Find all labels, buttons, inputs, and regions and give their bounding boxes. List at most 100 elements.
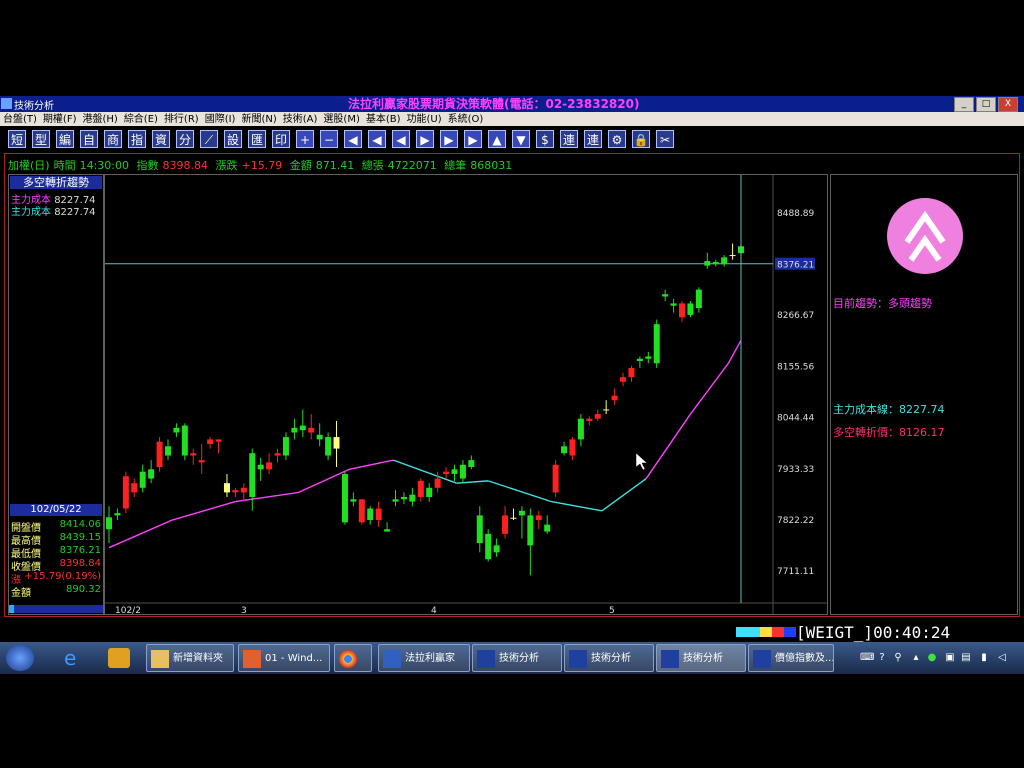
toolbar-button[interactable]: ✂ bbox=[656, 130, 674, 148]
candle-body bbox=[476, 515, 483, 544]
tray-network-icon[interactable]: ▣ bbox=[944, 652, 956, 664]
tray-volume-icon[interactable]: ◁ bbox=[996, 652, 1008, 664]
taskbar-item-folder[interactable]: 新增資料夾 bbox=[146, 644, 234, 672]
toolbar-button[interactable]: 匯 bbox=[248, 130, 266, 148]
tray-printer-icon[interactable]: ▤ bbox=[960, 652, 972, 664]
menu-item[interactable]: 港盤(H) bbox=[79, 113, 120, 127]
tray-signal-icon[interactable]: ▮ bbox=[978, 652, 990, 664]
taskbar-item-analysis-active[interactable]: 技術分析 bbox=[656, 644, 746, 672]
toolbar-button[interactable]: + bbox=[296, 130, 314, 148]
date-tick-label: 5 bbox=[609, 606, 615, 614]
toolbar-button[interactable]: 連 bbox=[560, 130, 578, 148]
close-value: 8398.84 bbox=[59, 558, 101, 569]
taskbar-item-ferrari[interactable]: 法拉利贏家 bbox=[378, 644, 470, 672]
toolbar-button[interactable]: 短 bbox=[8, 130, 26, 148]
turn-price: 多空轉折價：8126.17 bbox=[833, 426, 945, 439]
menu-item[interactable]: 系統(O) bbox=[445, 113, 487, 127]
toolbar-button[interactable]: 印 bbox=[272, 130, 290, 148]
main-cost-ma-line bbox=[551, 500, 603, 512]
time-label: 時間 bbox=[53, 159, 76, 172]
scroll-strip[interactable] bbox=[9, 605, 103, 613]
candle-body bbox=[653, 324, 660, 364]
tray-expand-icon[interactable]: ▴ bbox=[910, 652, 922, 664]
candle-body bbox=[350, 499, 357, 502]
tray-security-icon[interactable]: ● bbox=[926, 652, 938, 664]
app-title: 技術分析 bbox=[14, 101, 54, 112]
tray-input-icon[interactable]: ⚲ bbox=[892, 652, 904, 664]
candle-body bbox=[367, 508, 374, 521]
taskbar-item-chrome[interactable] bbox=[334, 644, 372, 672]
menu-item[interactable]: 國際(I) bbox=[202, 113, 239, 127]
minimize-button[interactable]: _ bbox=[954, 97, 974, 112]
tray-keyboard-icon[interactable]: ⌨ bbox=[860, 652, 874, 664]
toolbar-button[interactable]: ▼ bbox=[512, 130, 530, 148]
media-player-icon[interactable] bbox=[108, 648, 130, 668]
candle-body bbox=[695, 289, 702, 309]
bull-trend-icon bbox=[887, 198, 963, 274]
menu-item[interactable]: 技術(A) bbox=[280, 113, 321, 127]
candle-body bbox=[207, 439, 214, 444]
taskbar-item-analysis[interactable]: 技術分析 bbox=[472, 644, 562, 672]
toolbar-button[interactable]: 連 bbox=[584, 130, 602, 148]
toolbar-button[interactable]: 指 bbox=[128, 130, 146, 148]
toolbar-button[interactable]: 編 bbox=[56, 130, 74, 148]
app-icon bbox=[1, 98, 12, 109]
menu-item[interactable]: 選股(M) bbox=[320, 113, 362, 127]
toolbar: 短型編自商指資分 ⟋ 設匯印 + − ◀ ◀ ◀ ▶ ▶ ▶ ▲ ▼ $ 連連 ⚙ 🔒 ✂ bbox=[0, 128, 1024, 152]
main-cost-ma-line bbox=[487, 480, 552, 503]
chart-canvas[interactable]: 8488.89 8376.21 8266.67 8155.56 8044.44 7933.… bbox=[105, 175, 827, 614]
menu-bar: 台盤(T) 期權(F) 港盤(H) 綜合(E) 排行(R) 國際(I) 新聞(N) 技術(A)… bbox=[0, 112, 1024, 126]
main-cost-ma-line bbox=[456, 480, 489, 484]
taskbar-item-index[interactable]: 價億指數及... bbox=[748, 644, 834, 672]
toolbar-button[interactable]: 自 bbox=[80, 130, 98, 148]
taskbar-item-analysis[interactable]: 技術分析 bbox=[564, 644, 654, 672]
candle-body bbox=[561, 446, 568, 454]
menu-item[interactable]: 綜合(E) bbox=[121, 113, 161, 127]
open-value: 8414.06 bbox=[59, 519, 101, 530]
candle-body bbox=[291, 427, 298, 433]
menu-item[interactable]: 功能(U) bbox=[404, 113, 445, 127]
close-button[interactable]: X bbox=[998, 97, 1018, 112]
toolbar-button[interactable]: 🔒 bbox=[632, 130, 650, 148]
candle-body bbox=[687, 303, 694, 315]
toolbar-button[interactable]: 型 bbox=[32, 130, 50, 148]
start-button[interactable] bbox=[6, 645, 34, 671]
toolbar-button[interactable]: 商 bbox=[104, 130, 122, 148]
menu-item[interactable]: 新聞(N) bbox=[238, 113, 279, 127]
menu-item[interactable]: 期權(F) bbox=[40, 113, 80, 127]
amount-value: 871.41 bbox=[315, 159, 355, 172]
candle-body bbox=[434, 478, 441, 488]
toolbar-button[interactable]: − bbox=[320, 130, 338, 148]
menu-item[interactable]: 排行(R) bbox=[161, 113, 202, 127]
toolbar-button[interactable]: 設 bbox=[224, 130, 242, 148]
status-clock: [WEIGT_]00:40:24 bbox=[796, 623, 951, 642]
toolbar-button[interactable]: 分 bbox=[176, 130, 194, 148]
candle-body bbox=[603, 409, 610, 411]
candlestick-chart[interactable]: 8488.89 8376.21 8266.67 8155.56 8044.44 7933.… bbox=[104, 174, 828, 615]
browser-icon[interactable]: e bbox=[64, 647, 86, 669]
candle-body bbox=[645, 356, 652, 359]
scroll-thumb[interactable] bbox=[9, 605, 14, 613]
candle-body bbox=[240, 487, 247, 493]
candle-body bbox=[577, 418, 584, 440]
toolbar-button[interactable]: $ bbox=[536, 130, 554, 148]
toolbar-button[interactable]: ▲ bbox=[488, 130, 506, 148]
candle-body bbox=[620, 377, 627, 382]
toolbar-button[interactable]: ◀ bbox=[392, 130, 410, 148]
taskbar-item-window[interactable]: 01 - Wind... bbox=[238, 644, 330, 672]
maximize-button[interactable]: □ bbox=[976, 97, 996, 112]
menu-item[interactable]: 台盤(T) bbox=[0, 113, 40, 127]
indicator-title[interactable]: 多空轉折趨勢 bbox=[10, 176, 102, 189]
menu-item[interactable]: 基本(B) bbox=[363, 113, 404, 127]
toolbar-button[interactable]: ◀ bbox=[344, 130, 362, 148]
toolbar-button[interactable]: 資 bbox=[152, 130, 170, 148]
toolbar-button[interactable]: ⚙ bbox=[608, 130, 626, 148]
toolbar-button[interactable]: ◀ bbox=[368, 130, 386, 148]
toolbar-button[interactable]: ▶ bbox=[416, 130, 434, 148]
index-value: 8398.84 bbox=[162, 159, 209, 172]
toolbar-button[interactable]: ⟋ bbox=[200, 130, 218, 148]
toolbar-button[interactable]: ▶ bbox=[464, 130, 482, 148]
candle-body bbox=[181, 425, 188, 456]
tray-help-icon[interactable]: ? bbox=[876, 652, 888, 664]
toolbar-button[interactable]: ▶ bbox=[440, 130, 458, 148]
